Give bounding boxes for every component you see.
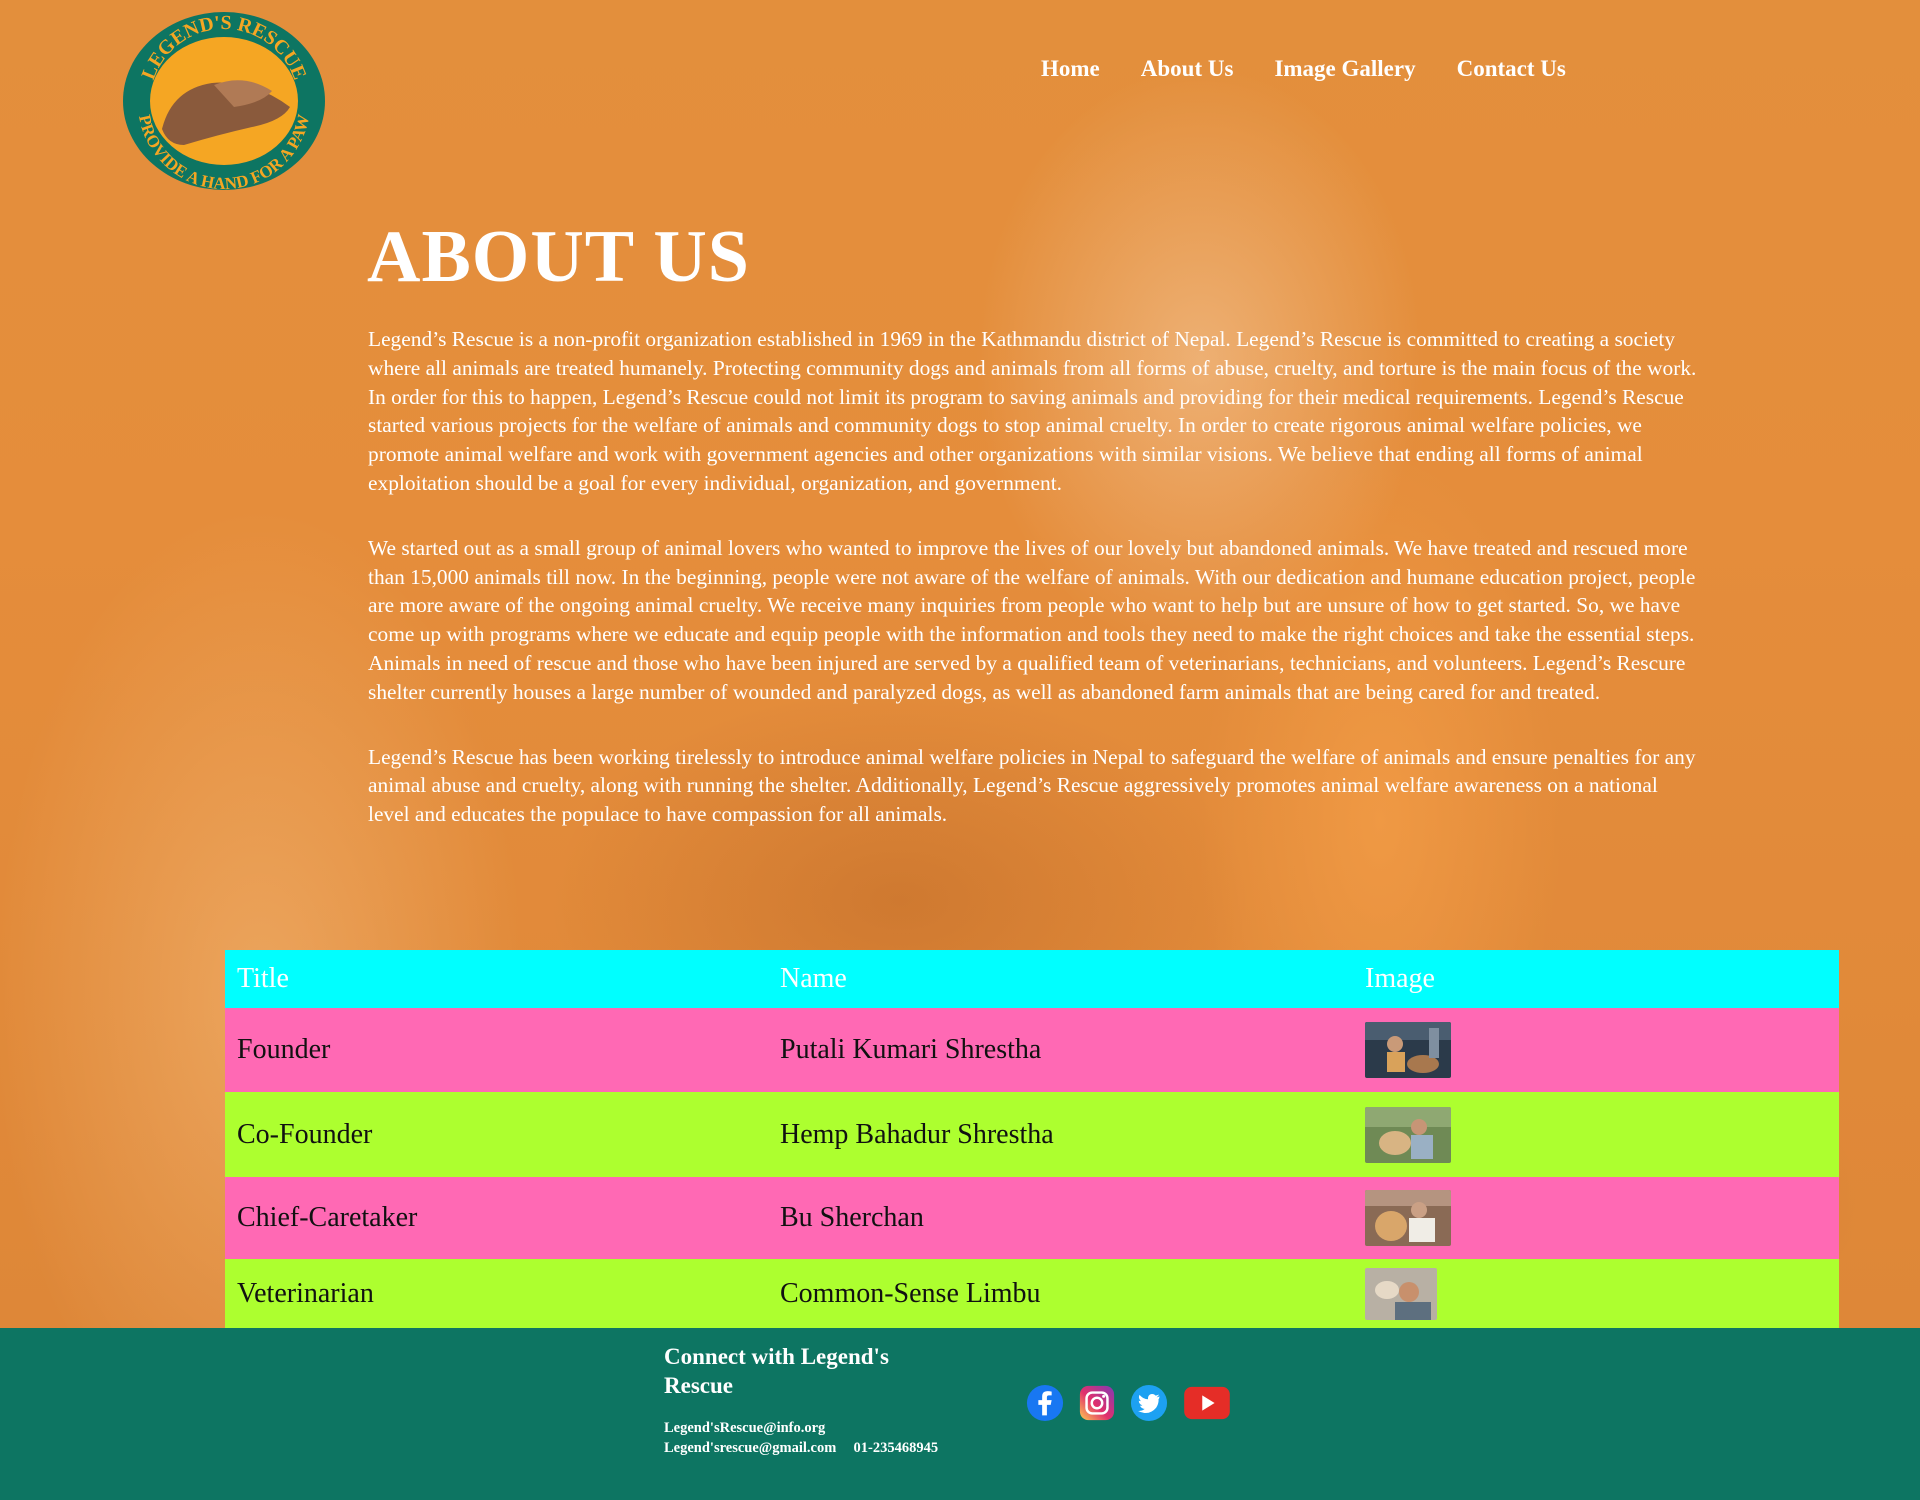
hero-background: LEGEND'S RESCUE PROVIDE A HAND FOR A PAW… [0, 0, 1920, 1328]
table-row: Chief-Caretaker Bu Sherchan [225, 1177, 1839, 1259]
staff-table: Title Name Image Founder Putali Kumari S… [225, 950, 1839, 1328]
footer-title: Connect with Legend's Rescue [664, 1344, 889, 1398]
table-row: Founder Putali Kumari Shrestha [225, 1008, 1839, 1092]
about-paragraph-2: We started out as a small group of anima… [368, 535, 1696, 704]
staff-name: Bu Sherchan [768, 1177, 1353, 1259]
staff-name: Hemp Bahadur Shrestha [768, 1092, 1353, 1177]
nav-about-us[interactable]: About Us [1141, 56, 1234, 82]
about-paragraph-1: Legend’s Rescue is a non-profit organiza… [368, 327, 1697, 495]
table-header-row: Title Name Image [225, 950, 1839, 1008]
staff-image-cell [1353, 1092, 1839, 1177]
staff-name: Common-Sense Limbu [768, 1259, 1353, 1328]
footer-contact: Legend'sRescue@info.org Legend'srescue@g… [664, 1418, 938, 1458]
twitter-icon[interactable] [1130, 1384, 1168, 1422]
staff-title: Founder [225, 1008, 768, 1092]
page-title: ABOUT US [367, 216, 750, 298]
about-text: Legend’s Rescue is a non-profit organiza… [368, 325, 1700, 865]
staff-name: Putali Kumari Shrestha [768, 1008, 1353, 1092]
staff-image-cell [1353, 1259, 1839, 1328]
table-row: Veterinarian Common-Sense Limbu [225, 1259, 1839, 1328]
column-header-name: Name [768, 950, 1353, 1008]
footer: Connect with Legend's Rescue Legend'sRes… [0, 1328, 1920, 1500]
main-nav: Home About Us Image Gallery Contact Us [1041, 56, 1607, 82]
column-header-image: Image [1353, 950, 1839, 1008]
man-with-golden-retriever-photo [1365, 1190, 1451, 1246]
man-with-puppy-photo [1365, 1268, 1437, 1320]
column-header-title: Title [225, 950, 768, 1008]
table-row: Co-Founder Hemp Bahadur Shrestha [225, 1092, 1839, 1177]
man-hugging-dog-photo [1365, 1106, 1451, 1163]
facebook-icon[interactable] [1026, 1384, 1064, 1422]
footer-email-gmail[interactable]: Legend'srescue@gmail.com [664, 1440, 836, 1456]
footer-email-gmail-and-phone: Legend'srescue@gmail.com 01-235468945 [664, 1438, 938, 1458]
staff-title: Veterinarian [225, 1259, 768, 1328]
social-links [1026, 1384, 1232, 1422]
instagram-icon[interactable] [1078, 1384, 1116, 1422]
staff-image-cell [1353, 1008, 1839, 1092]
nav-contact-us[interactable]: Contact Us [1457, 56, 1566, 82]
youtube-icon[interactable] [1182, 1384, 1232, 1422]
about-paragraph-3: Legend’s Rescue has been working tireles… [368, 744, 1696, 827]
nav-image-gallery[interactable]: Image Gallery [1274, 56, 1415, 82]
legends-rescue-logo[interactable]: LEGEND'S RESCUE PROVIDE A HAND FOR A PAW [122, 11, 326, 191]
staff-title: Co-Founder [225, 1092, 768, 1177]
staff-title: Chief-Caretaker [225, 1177, 768, 1259]
footer-phone[interactable]: 01-235468945 [854, 1440, 939, 1456]
footer-email-info[interactable]: Legend'sRescue@info.org [664, 1418, 938, 1438]
person-with-dog-photo [1365, 1022, 1451, 1078]
staff-image-cell [1353, 1177, 1839, 1259]
nav-home[interactable]: Home [1041, 56, 1100, 82]
